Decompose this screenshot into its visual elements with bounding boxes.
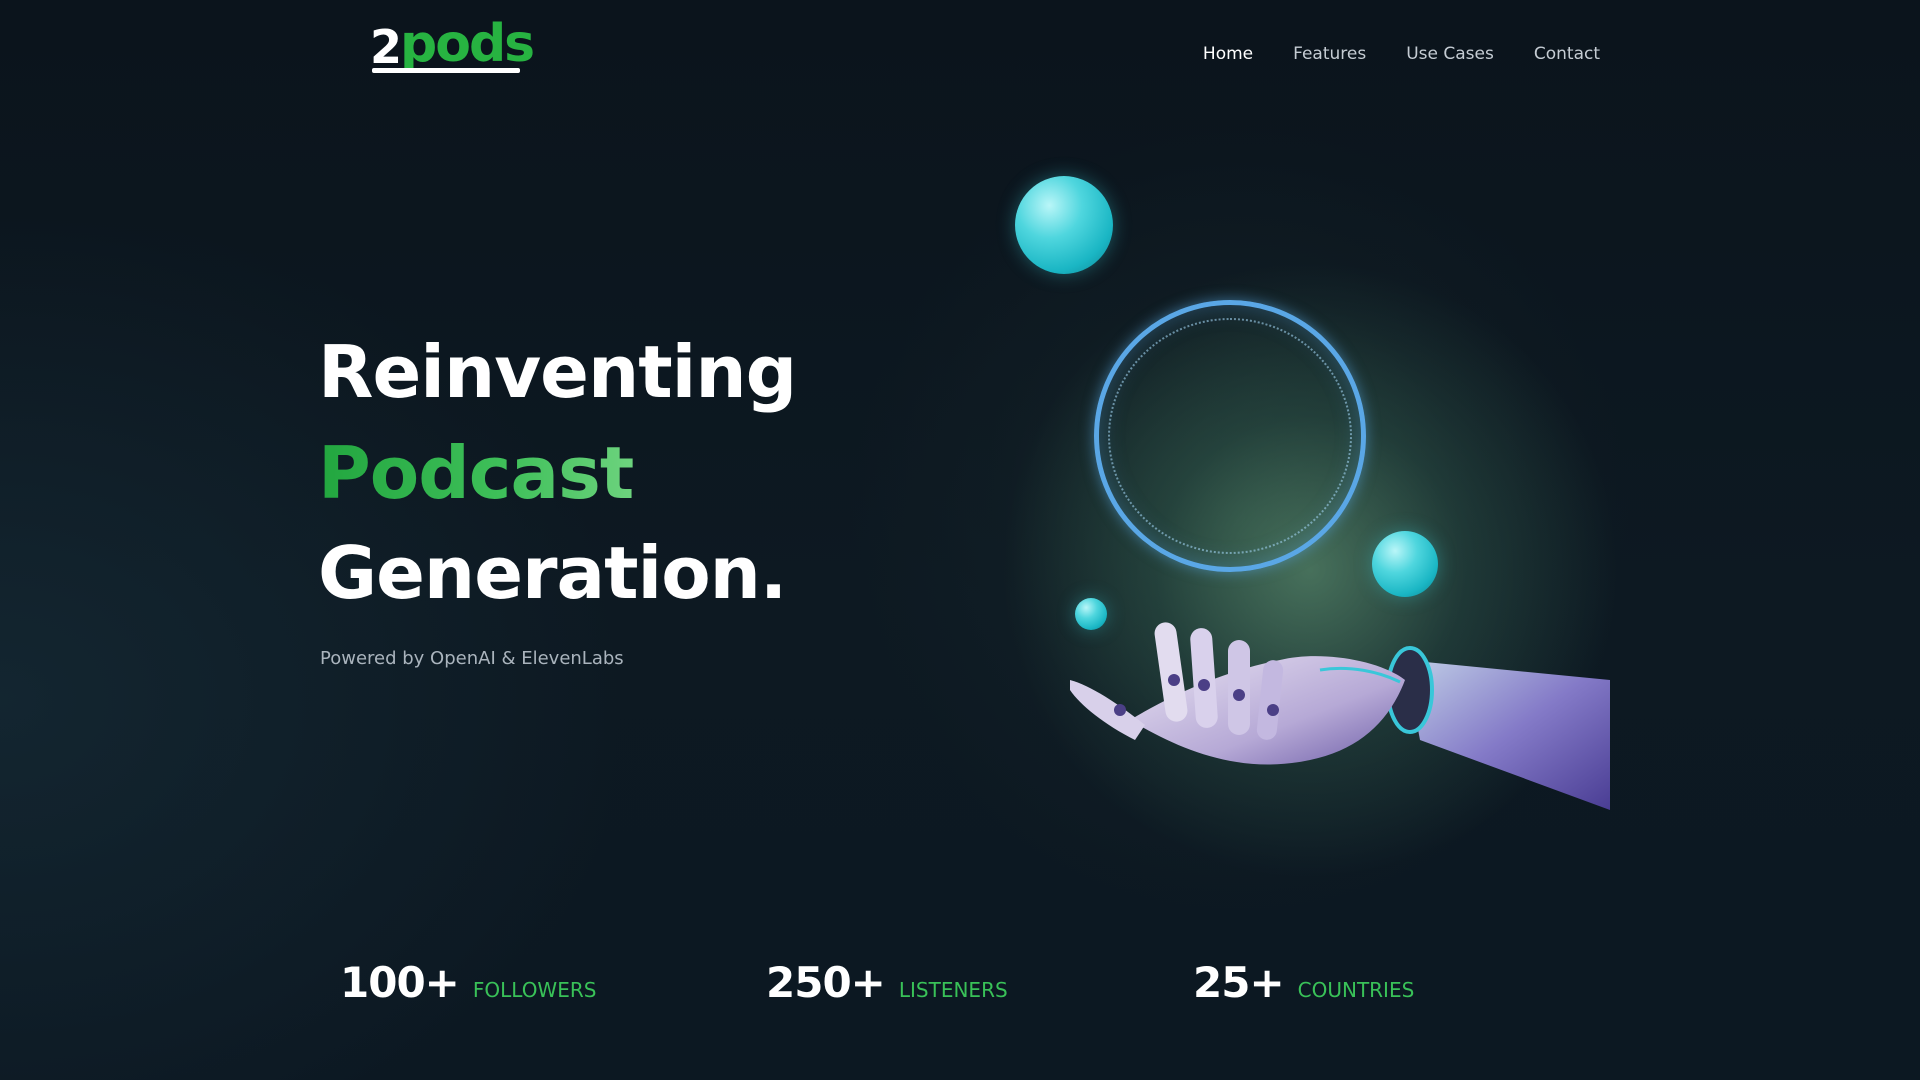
sphere-large <box>1015 176 1113 274</box>
stat-countries-label: COUNTRIES <box>1297 978 1415 1002</box>
hero-title-line-1: Reinventing <box>318 330 797 414</box>
nav-home[interactable]: Home <box>1203 44 1253 64</box>
hero-title-line-3: Generation. <box>318 531 787 615</box>
logo-underline <box>372 68 520 73</box>
page-background <box>0 0 1920 1080</box>
sphere-medium <box>1372 531 1438 597</box>
stat-countries-value: 25+ <box>1193 958 1285 1007</box>
stat-listeners-label: LISTENERS <box>898 978 1008 1002</box>
audio-ring-particles <box>1108 318 1352 554</box>
stat-followers-label: FOLLOWERS <box>472 978 597 1002</box>
nav-features[interactable]: Features <box>1293 44 1366 64</box>
hero-subtitle: Powered by OpenAI & ElevenLabs <box>320 648 624 669</box>
nav-contact[interactable]: Contact <box>1534 44 1600 64</box>
main-nav: Home Features Use Cases Contact <box>1203 44 1600 64</box>
stat-followers-value: 100+ <box>340 958 460 1007</box>
logo-name: pods <box>400 14 535 74</box>
stat-listeners: 250+ LISTENERS <box>766 958 1008 1007</box>
logo-prefix: 2 <box>370 20 402 74</box>
stat-listeners-value: 250+ <box>766 958 886 1007</box>
hero-title-line-2: Podcast <box>318 431 634 515</box>
stat-followers: 100+ FOLLOWERS <box>340 958 596 1007</box>
stat-countries: 25+ COUNTRIES <box>1193 958 1414 1007</box>
logo[interactable]: 2 pods <box>370 14 535 74</box>
nav-use-cases[interactable]: Use Cases <box>1406 44 1494 64</box>
robot-hand-illustration <box>1070 622 1610 810</box>
